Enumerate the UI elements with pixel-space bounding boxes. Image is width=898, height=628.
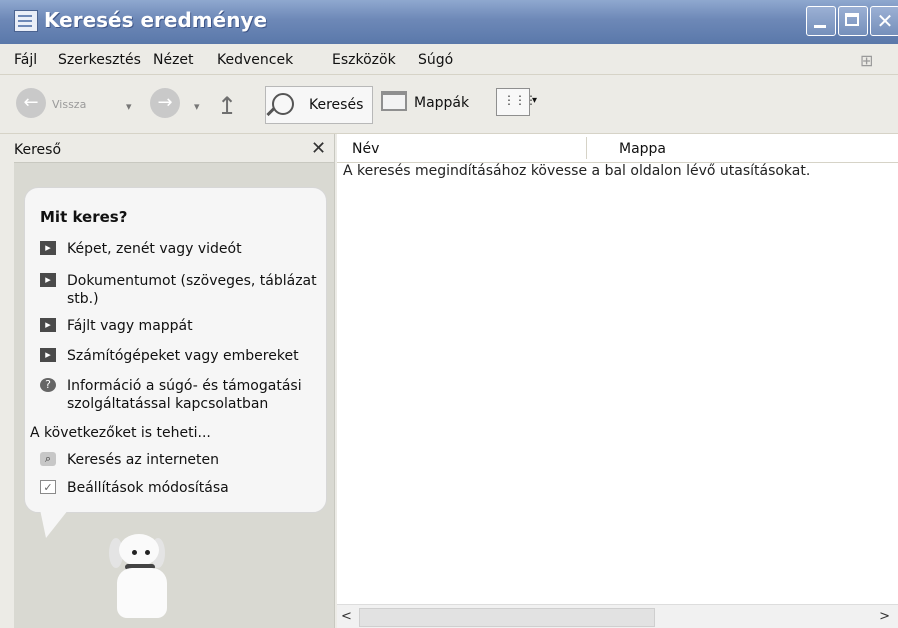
dog-head	[119, 534, 159, 566]
option-label: Képet, zenét vagy videót	[67, 241, 242, 257]
menu-file[interactable]: Fájl	[14, 52, 37, 68]
dog-body	[117, 568, 167, 618]
option-label: Fájlt vagy mappát	[67, 318, 193, 334]
menu-edit[interactable]: Szerkesztés	[58, 52, 141, 68]
search-results-window: Keresés eredménye ✕ Fájl Szerkesztés Néz…	[0, 0, 898, 628]
arrow-right-icon: ▸	[40, 318, 56, 332]
empty-results-message: A keresés megindításához kövesse a bal o…	[343, 163, 811, 179]
scroll-right-icon[interactable]: >	[879, 609, 890, 624]
option-label: Számítógépeket vagy embereket	[67, 348, 299, 364]
toolbar: ← Vissza ▾ → ▾ ↥ Keresés Mappák ▾	[0, 75, 898, 134]
pane-title: Kereső	[14, 142, 62, 158]
help-icon: ?	[40, 378, 56, 392]
back-dropdown-icon[interactable]: ▾	[126, 100, 132, 113]
window-left-frame	[0, 134, 14, 628]
search-label: Keresés	[309, 97, 364, 113]
option-label: Keresés az interneten	[67, 452, 220, 468]
maximize-button[interactable]	[838, 6, 868, 36]
menu-favorites[interactable]: Kedvencek	[217, 52, 293, 68]
arrow-right-icon: ▸	[40, 273, 56, 287]
column-header-row: Név Mappa	[337, 134, 898, 163]
pane-close-icon[interactable]: ✕	[311, 138, 326, 159]
more-options-heading: A következőket is teheti...	[30, 425, 211, 441]
folders-button[interactable]: Mappák	[381, 89, 489, 117]
folder-icon	[381, 91, 407, 111]
folders-label: Mappák	[414, 95, 470, 111]
column-name-header[interactable]: Név	[352, 141, 379, 157]
window-title: Keresés eredménye	[44, 8, 268, 32]
back-label[interactable]: Vissza	[52, 98, 86, 111]
globe-search-icon: ⌕	[40, 452, 56, 466]
search-options-bubble: Mit keres? ▸ Képet, zenét vagy videót ▸ …	[24, 187, 327, 513]
arrow-right-icon: ▸	[40, 348, 56, 362]
windows-logo-icon: ⊞	[860, 51, 874, 70]
search-icon	[272, 93, 294, 115]
minimize-button[interactable]	[806, 6, 836, 36]
views-icon	[496, 88, 536, 116]
views-button[interactable]: ▾	[496, 88, 538, 118]
menu-help[interactable]: Súgó	[418, 52, 453, 68]
option-label: Beállítások módosítása	[67, 480, 229, 496]
search-button[interactable]: Keresés	[265, 86, 373, 124]
horizontal-scrollbar[interactable]: < >	[337, 604, 898, 628]
results-pane: Név Mappa A keresés megindításához köves…	[337, 134, 898, 628]
search-assistant-dog[interactable]	[87, 526, 187, 626]
option-label: Információ a súgó- és támogatási szolgál…	[67, 378, 302, 412]
views-dropdown-icon: ▾	[532, 95, 538, 106]
window-icon	[14, 10, 38, 32]
close-button[interactable]: ✕	[870, 6, 898, 36]
up-folder-icon[interactable]: ↥	[217, 92, 237, 120]
menu-tools[interactable]: Eszközök	[332, 52, 396, 68]
scroll-thumb[interactable]	[359, 608, 655, 627]
column-folder-header[interactable]: Mappa	[619, 141, 666, 157]
search-companion-pane: Kereső ✕ Mit keres? ▸ Képet, zenét vagy …	[14, 134, 335, 628]
arrow-right-icon: ▸	[40, 241, 56, 255]
scroll-left-icon[interactable]: <	[341, 609, 352, 624]
settings-icon: ✓	[40, 480, 56, 494]
menu-bar: Fájl Szerkesztés Nézet Kedvencek Eszközö…	[0, 44, 898, 75]
dog-eye-left	[132, 550, 137, 555]
pane-header: Kereső ✕	[14, 134, 334, 163]
forward-arrow-icon[interactable]: →	[150, 88, 180, 118]
search-question: Mit keres?	[40, 208, 128, 226]
forward-dropdown-icon[interactable]: ▾	[194, 100, 200, 113]
speech-bubble-tail	[38, 500, 76, 538]
menu-view[interactable]: Nézet	[153, 52, 194, 68]
back-arrow-icon[interactable]: ←	[16, 88, 46, 118]
dog-eye-right	[145, 550, 150, 555]
title-bar: Keresés eredménye ✕	[0, 0, 898, 44]
column-separator[interactable]	[586, 137, 587, 159]
option-label: Dokumentumot (szöveges, táblázat stb.)	[67, 273, 317, 307]
